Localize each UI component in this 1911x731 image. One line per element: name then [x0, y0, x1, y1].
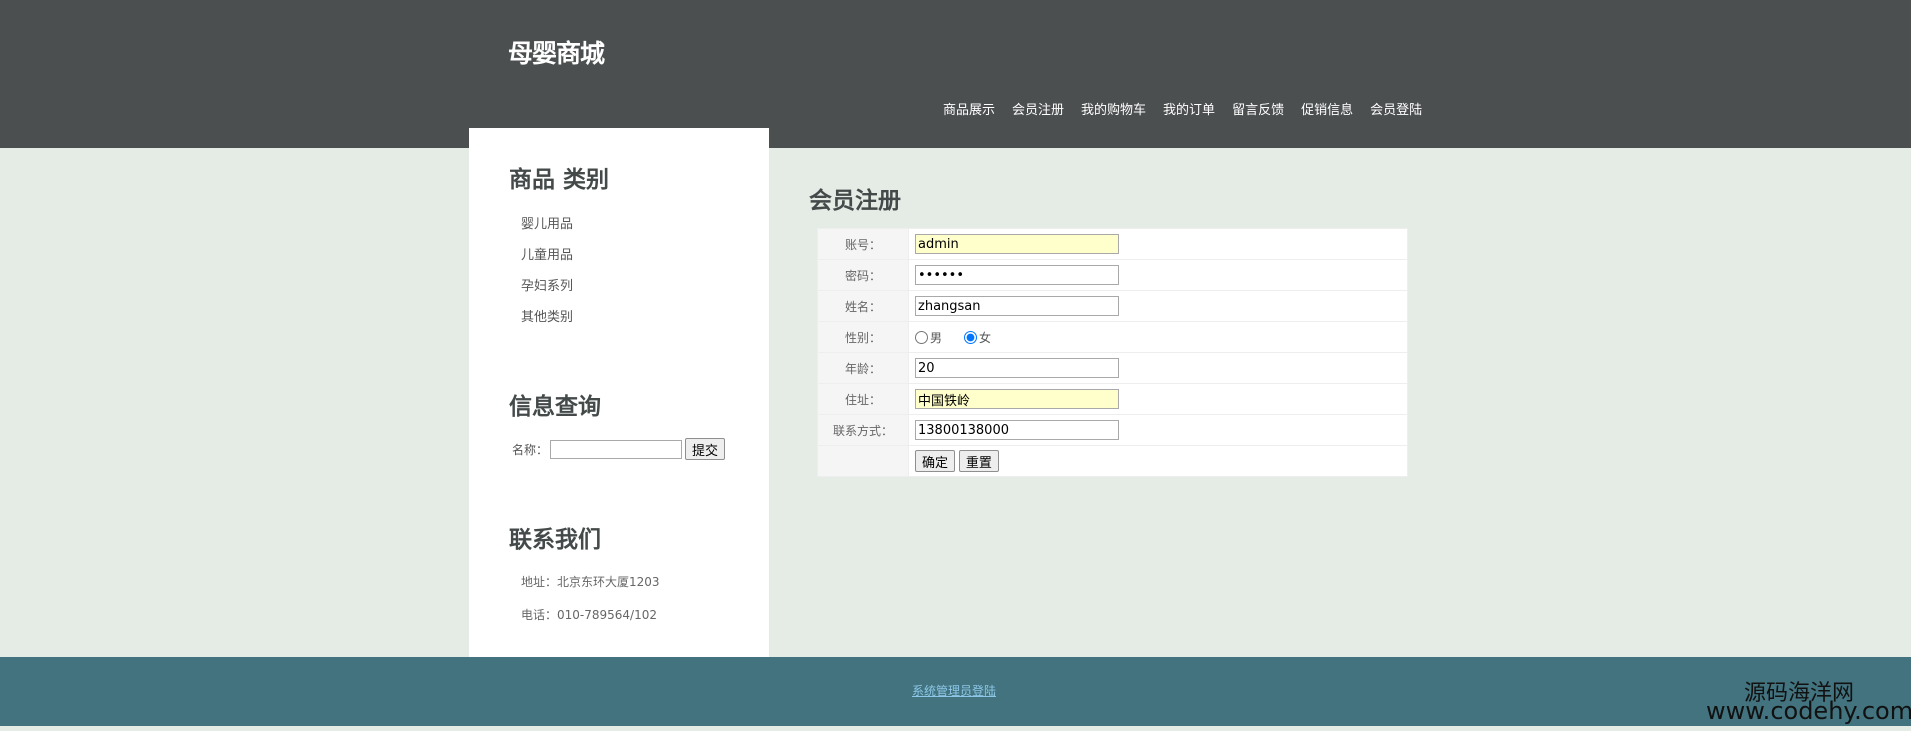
- password-input[interactable]: [915, 265, 1119, 285]
- gender-label: 性别：: [817, 321, 909, 353]
- form-row-name: 姓名：: [817, 290, 1408, 322]
- search-input[interactable]: [550, 439, 683, 459]
- name-input[interactable]: [915, 296, 1119, 316]
- contact-title: 联系我们: [509, 527, 601, 553]
- site-logo[interactable]: 母婴商城: [508, 34, 605, 70]
- gender-male-label: 男: [930, 330, 943, 345]
- gender-radio-group: 男 女: [915, 329, 1407, 346]
- form-row-contact: 联系方式：: [817, 414, 1408, 446]
- password-label: 密码：: [817, 259, 909, 291]
- registration-form: 账号： 密码： 姓名： 性别： 男 女 年龄： 住址：: [817, 228, 1408, 477]
- form-row-password: 密码：: [817, 259, 1408, 291]
- search-row: 名称： 提交: [512, 438, 726, 460]
- contact-input[interactable]: [915, 420, 1119, 440]
- account-input[interactable]: [915, 234, 1119, 254]
- nav-feedback[interactable]: 留言反馈: [1232, 99, 1284, 119]
- categories-title: 商品 类别: [509, 167, 610, 193]
- nav-promotions[interactable]: 促销信息: [1301, 99, 1353, 119]
- search-title: 信息查询: [509, 394, 601, 420]
- confirm-button[interactable]: 确定: [915, 450, 956, 472]
- watermark-url: www.codehy.com: [1706, 697, 1911, 725]
- contact-label: 联系方式：: [817, 414, 909, 446]
- category-item-children[interactable]: 儿童用品: [521, 244, 573, 275]
- gender-male-option[interactable]: 男: [915, 329, 942, 346]
- reset-button[interactable]: 重置: [958, 450, 999, 472]
- address-input[interactable]: [915, 389, 1119, 409]
- search-submit-button[interactable]: 提交: [685, 438, 726, 460]
- form-row-actions: 确定 重置: [817, 445, 1408, 477]
- account-label: 账号：: [817, 228, 909, 260]
- gender-female-radio[interactable]: [964, 330, 978, 344]
- age-label: 年龄：: [817, 352, 909, 384]
- gender-male-radio[interactable]: [915, 330, 928, 344]
- form-row-gender: 性别： 男 女: [817, 321, 1408, 353]
- nav-cart[interactable]: 我的购物车: [1081, 99, 1146, 119]
- header: 母婴商城 商品展示 会员注册 我的购物车 我的订单 留言反馈 促销信息 会员登陆: [0, 0, 1911, 148]
- search-label: 名称：: [512, 442, 549, 457]
- nav-login[interactable]: 会员登陆: [1370, 99, 1422, 119]
- nav-orders[interactable]: 我的订单: [1163, 99, 1215, 119]
- contact-phone: 电话：010-789564/102: [521, 608, 657, 622]
- category-item-maternity[interactable]: 孕妇系列: [521, 275, 573, 306]
- age-input[interactable]: [915, 358, 1119, 378]
- nav-products[interactable]: 商品展示: [943, 99, 995, 119]
- admin-login-link[interactable]: 系统管理员登陆: [912, 682, 996, 699]
- address-label: 住址：: [817, 383, 909, 415]
- gender-female-label: 女: [979, 330, 992, 345]
- page-title: 会员注册: [809, 188, 901, 214]
- nav-register[interactable]: 会员注册: [1012, 99, 1064, 119]
- form-row-age: 年龄：: [817, 352, 1408, 384]
- main-nav: 商品展示 会员注册 我的购物车 我的订单 留言反馈 促销信息 会员登陆: [943, 99, 1422, 119]
- footer: 系统管理员登陆: [0, 657, 1911, 726]
- name-label: 姓名：: [817, 290, 909, 322]
- gender-female-option[interactable]: 女: [964, 329, 991, 346]
- category-list: 婴儿用品 儿童用品 孕妇系列 其他类别: [521, 213, 573, 337]
- category-item-other[interactable]: 其他类别: [521, 306, 573, 337]
- form-row-account: 账号：: [817, 228, 1408, 260]
- category-item-baby[interactable]: 婴儿用品: [521, 213, 573, 244]
- contact-address: 地址：北京东环大厦1203: [521, 575, 660, 589]
- form-row-address: 住址：: [817, 383, 1408, 415]
- sidebar: 商品 类别 婴儿用品 儿童用品 孕妇系列 其他类别 信息查询 名称： 提交 联系…: [469, 128, 769, 657]
